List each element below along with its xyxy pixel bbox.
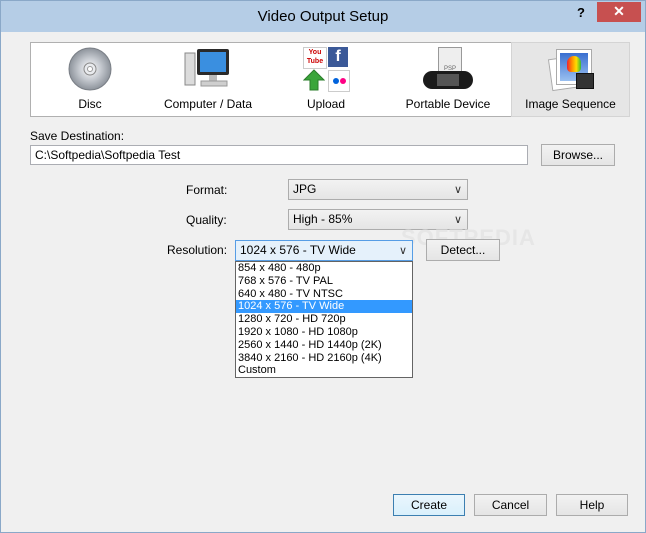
- format-select[interactable]: JPG ∨: [288, 179, 468, 200]
- resolution-option[interactable]: 1280 x 720 - HD 720p: [236, 313, 412, 326]
- youtube-badge-text: You Tube: [306, 49, 324, 65]
- youtube-icon: You Tube: [303, 47, 327, 69]
- create-button[interactable]: Create: [393, 494, 465, 516]
- cancel-button[interactable]: Cancel: [474, 494, 547, 516]
- resolution-option[interactable]: 3840 x 2160 - HD 2160p (4K): [236, 352, 412, 365]
- portable-device-icon: PSP: [423, 47, 473, 91]
- computer-icon: [184, 49, 229, 87]
- resolution-label: Resolution:: [167, 243, 228, 257]
- disc-label: Disc: [78, 97, 102, 111]
- resolution-option[interactable]: 2560 x 1440 - HD 1440p (2K): [236, 339, 412, 352]
- psp-console-icon: [423, 71, 473, 89]
- resolution-option[interactable]: 854 x 480 - 480p: [236, 262, 412, 275]
- format-value: JPG: [293, 182, 317, 196]
- disc-icon: [68, 47, 112, 91]
- image-sequence-icon: [546, 47, 596, 92]
- save-destination-field[interactable]: C:\Softpedia\Softpedia Test: [30, 145, 528, 165]
- quality-value: High - 85%: [293, 212, 353, 226]
- video-output-setup-window: Video Output Setup ? ✕ Disc Computer / D…: [0, 0, 646, 533]
- output-type-upload[interactable]: You Tube f Upload: [267, 43, 385, 116]
- image-sequence-label: Image Sequence: [525, 97, 616, 111]
- output-type-disc[interactable]: Disc: [31, 43, 149, 116]
- output-type-portable-device[interactable]: PSP Portable Device: [385, 43, 511, 116]
- title-bar[interactable]: Video Output Setup ? ✕: [1, 1, 645, 32]
- window-title: Video Output Setup: [257, 8, 389, 25]
- chevron-down-icon: ∨: [453, 184, 462, 196]
- upload-icon: You Tube f: [301, 47, 351, 93]
- detect-button[interactable]: Detect...: [426, 239, 500, 261]
- portable-device-label: Portable Device: [405, 97, 491, 111]
- format-label: Format:: [186, 183, 228, 197]
- resolution-value: 1024 x 576 - TV Wide: [240, 243, 356, 257]
- dialog-body: Disc Computer / Data You Tube f Upload P…: [8, 32, 638, 525]
- save-destination-label: Save Destination:: [30, 129, 125, 143]
- flickr-icon: [328, 70, 350, 92]
- output-type-computer[interactable]: Computer / Data: [149, 43, 267, 116]
- output-type-image-sequence[interactable]: Image Sequence: [511, 42, 630, 117]
- help-title-button[interactable]: ?: [571, 5, 591, 23]
- upload-label: Upload: [306, 97, 346, 111]
- close-button[interactable]: ✕: [597, 2, 641, 22]
- browse-button[interactable]: Browse...: [541, 144, 615, 166]
- help-button[interactable]: Help: [556, 494, 628, 516]
- resolution-select[interactable]: 1024 x 576 - TV Wide ∨: [235, 240, 413, 261]
- resolution-dropdown-list: 854 x 480 - 480p 768 x 576 - TV PAL 640 …: [235, 261, 413, 378]
- chevron-down-icon: ∨: [398, 245, 407, 257]
- resolution-option[interactable]: 768 x 576 - TV PAL: [236, 275, 412, 288]
- output-type-toolbar: Disc Computer / Data You Tube f Upload P…: [30, 42, 630, 117]
- resolution-option-selected[interactable]: 1024 x 576 - TV Wide: [236, 300, 412, 314]
- resolution-option[interactable]: 640 x 480 - TV NTSC: [236, 288, 412, 301]
- resolution-option[interactable]: 1920 x 1080 - HD 1080p: [236, 326, 412, 339]
- quality-label: Quality:: [186, 213, 227, 227]
- computer-data-label: Computer / Data: [163, 97, 253, 111]
- green-arrow-icon: [303, 69, 325, 91]
- resolution-option[interactable]: Custom: [236, 364, 412, 377]
- film-icon: [575, 73, 594, 89]
- facebook-icon: f: [328, 47, 348, 67]
